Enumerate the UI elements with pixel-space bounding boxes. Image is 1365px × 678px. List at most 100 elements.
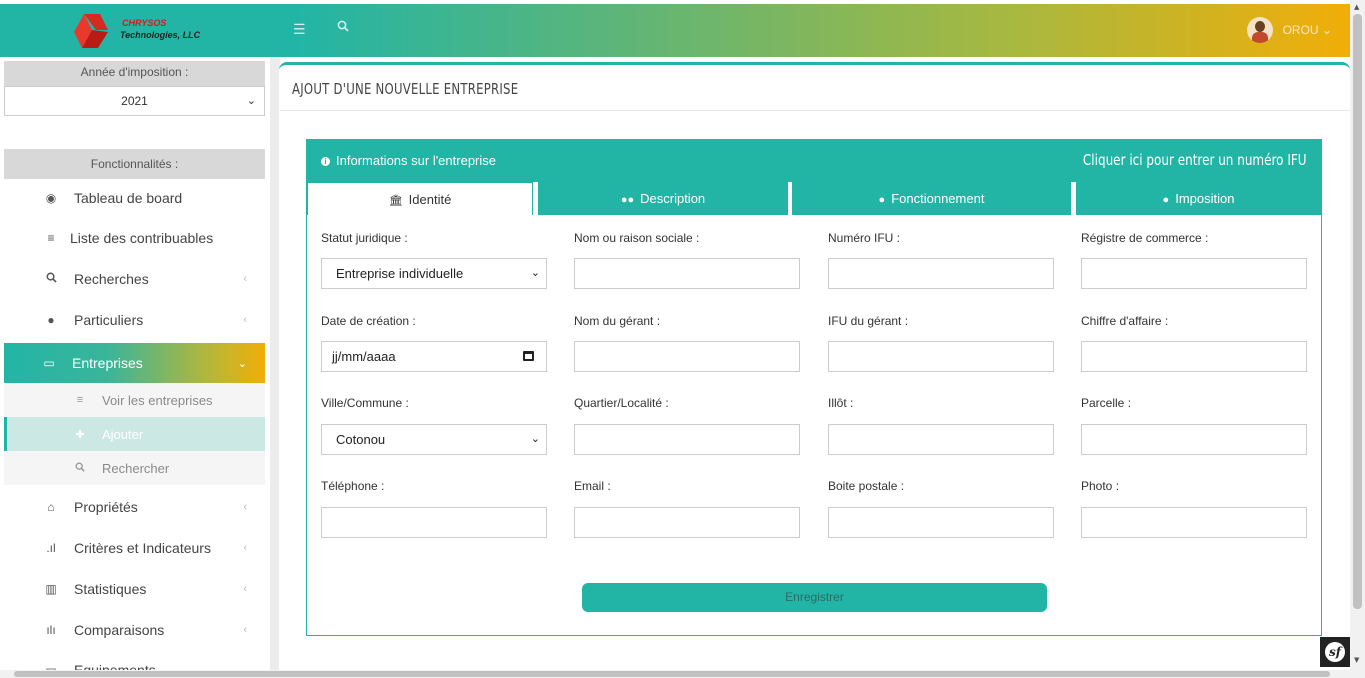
divider <box>280 110 1350 111</box>
tab-label: Fonctionnement <box>891 191 985 206</box>
scroll-up-icon[interactable]: ▲ <box>1354 3 1359 11</box>
company-logo[interactable]: CHRYSOS Technologies, LLC <box>70 12 210 50</box>
chiffre-label: Chiffre d'affaire : <box>1081 314 1169 328</box>
user-icon: ● <box>878 194 886 206</box>
quartier-input[interactable] <box>574 424 800 455</box>
sidebar-item-label: Statistiques <box>74 581 147 597</box>
search-icon[interactable] <box>337 20 349 36</box>
list-icon: ≡ <box>76 394 84 406</box>
sidebar-item-searches[interactable]: Recherches ‹ <box>4 260 265 298</box>
sidebar-item-label: Entreprises <box>72 355 143 371</box>
statut-select[interactable]: Entreprise individuelle ⌄ <box>321 258 547 289</box>
sidebar-item-label: Equipements <box>74 662 156 670</box>
sidebar-item-label: Recherches <box>74 271 149 287</box>
chevron-left-icon: ‹ <box>243 583 247 595</box>
chiffre-input[interactable] <box>1081 341 1307 372</box>
sidebar-item-individuals[interactable]: ● Particuliers ‹ <box>4 301 265 339</box>
symfony-toolbar-toggle[interactable]: sf <box>1320 637 1350 667</box>
search-icon <box>40 272 62 286</box>
sidebar-item-label: Critères et Indicateurs <box>74 540 211 556</box>
ifu-input[interactable] <box>828 258 1054 289</box>
tab-label: Imposition <box>1175 191 1235 206</box>
sidebar-item-taxpayers[interactable]: ≡ Liste des contribuables <box>4 219 265 257</box>
save-button[interactable]: Enregistrer <box>582 583 1047 612</box>
sidebar-item-statistics[interactable]: ▥ Statistiques ‹ <box>4 570 265 608</box>
list-icon: ≡ <box>47 231 55 245</box>
equipment-icon: ▭ <box>45 663 57 670</box>
parcelle-label: Parcelle : <box>1081 396 1132 410</box>
ville-value: Cotonou <box>336 432 386 447</box>
scroll-thumb[interactable] <box>14 671 1330 677</box>
email-label: Email : <box>574 479 611 493</box>
date-input[interactable]: jj/mm/aaaa <box>321 341 547 372</box>
photo-input[interactable] <box>1081 507 1307 538</box>
registre-input[interactable] <box>1081 258 1307 289</box>
sidebar-item-label: Particuliers <box>74 312 144 328</box>
desktop-icon: ▭ <box>43 356 55 370</box>
sidebar-item-label: Tableau de board <box>74 190 183 206</box>
user-menu[interactable]: OROU ⌄ <box>1246 17 1332 43</box>
gerant-label: Nom du gérant : <box>574 314 661 328</box>
sidebar-item-comparisons[interactable]: ılı Comparaisons ‹ <box>4 611 265 649</box>
ifu-gerant-input[interactable] <box>828 341 1054 372</box>
panel-title: Informations sur l'entreprise <box>336 153 496 168</box>
tab-description[interactable]: ●● Description <box>538 182 788 215</box>
users-icon: ●● <box>620 194 635 206</box>
tab-label: Identité <box>408 192 452 207</box>
year-heading: Année d'imposition : <box>4 61 265 86</box>
email-input[interactable] <box>574 507 800 538</box>
company-form-panel: i Informations sur l'entreprise Cliquer i… <box>306 139 1322 636</box>
statut-label: Statut juridique : <box>321 231 408 245</box>
sidebar-item-dashboard[interactable]: ◉ Tableau de board <box>4 179 265 217</box>
sidebar-item-equipment[interactable]: ▭ Equipements <box>4 651 265 670</box>
statut-value: Entreprise individuelle <box>336 266 464 281</box>
sidebar: Année d'imposition : 2021 ⌄ Fonctionnali… <box>0 57 270 670</box>
scroll-down-icon[interactable]: ▼ <box>1354 656 1359 664</box>
chevron-down-icon: ⌄ <box>246 95 256 107</box>
ville-select[interactable]: Cotonou ⌄ <box>321 424 547 455</box>
tab-operation[interactable]: ● Fonctionnement <box>792 182 1071 215</box>
chevron-down-icon: ⌄ <box>530 267 540 279</box>
bp-label: Boite postale : <box>828 479 905 493</box>
sidebar-item-companies[interactable]: ▭ Entreprises ⌄ <box>4 343 265 383</box>
subitem-view-companies[interactable]: ≡ Voir les entreprises <box>4 383 265 417</box>
page-title: AJOUT D'UNE NOUVELLE ENTREPRISE <box>292 80 519 98</box>
nom-label: Nom ou raison sociale : <box>574 231 700 245</box>
ilot-input[interactable] <box>828 424 1054 455</box>
scroll-thumb[interactable] <box>1353 14 1362 609</box>
logo-line-1: CHRYSOS <box>122 18 167 28</box>
sidebar-item-criteria[interactable]: .ıl Critères et Indicateurs ‹ <box>4 529 265 567</box>
calendar-icon[interactable] <box>523 351 534 361</box>
tab-taxation[interactable]: ● Imposition <box>1076 182 1321 215</box>
ifu-gerant-label: IFU du gérant : <box>828 314 909 328</box>
nom-input[interactable] <box>574 258 800 289</box>
dashboard-icon: ◉ <box>45 191 57 205</box>
subitem-add[interactable]: ✚ Ajouter <box>4 417 265 451</box>
info-icon: i <box>321 157 330 166</box>
subitem-search[interactable]: Rechercher <box>4 451 265 485</box>
sidebar-item-properties[interactable]: ⌂ Propriétés ‹ <box>4 488 265 526</box>
user-icon: ● <box>47 313 55 327</box>
chevron-left-icon: ‹ <box>243 624 247 636</box>
telephone-input[interactable] <box>321 507 547 538</box>
photo-label: Photo : <box>1081 479 1120 493</box>
sidebar-item-label: Liste des contribuables <box>70 230 214 246</box>
vertical-scrollbar[interactable]: ▲ ▼ <box>1350 0 1365 678</box>
stats-icon: ılı <box>46 623 56 637</box>
bp-input[interactable] <box>828 507 1054 538</box>
ifu-entry-link[interactable]: Cliquer ici pour entrer un numéro IFU <box>1083 151 1307 169</box>
tab-identity[interactable]: 🏛 Identité <box>307 182 533 215</box>
parcelle-input[interactable] <box>1081 424 1307 455</box>
year-value: 2021 <box>121 94 148 108</box>
date-placeholder: jj/mm/aaaa <box>332 349 396 364</box>
logo-mark-icon <box>74 14 108 48</box>
chevron-left-icon: ‹ <box>243 542 247 554</box>
gerant-input[interactable] <box>574 341 800 372</box>
chevron-down-icon: ⌄ <box>237 357 247 370</box>
year-select[interactable]: 2021 ⌄ <box>4 86 265 116</box>
hamburger-icon[interactable]: ☰ <box>293 22 306 38</box>
subitem-label: Voir les entreprises <box>102 392 213 408</box>
search-icon <box>70 462 90 475</box>
horizontal-scrollbar[interactable] <box>0 670 1350 678</box>
subitem-label: Rechercher <box>102 460 170 476</box>
